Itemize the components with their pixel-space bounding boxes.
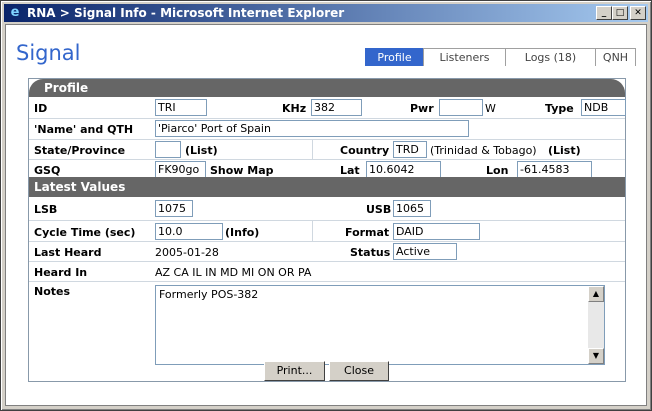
- cycle-time-label: Cycle Time (sec): [34, 226, 136, 239]
- country-label: Country: [340, 144, 390, 157]
- window-title: RNA > Signal Info - Microsoft Internet E…: [27, 6, 345, 20]
- row-divider: [29, 159, 625, 160]
- status-field[interactable]: Active: [393, 243, 457, 260]
- country-field[interactable]: TRD: [393, 141, 427, 158]
- tab-bar: Profile Listeners Logs (18) QNH: [365, 48, 636, 66]
- tab-profile[interactable]: Profile: [365, 48, 424, 66]
- row-divider: [29, 241, 625, 242]
- lsb-field[interactable]: 1075: [155, 200, 193, 217]
- pwr-unit: W: [485, 102, 496, 115]
- format-field[interactable]: DAID: [393, 223, 480, 240]
- column-divider: [312, 139, 313, 159]
- row-divider: [29, 139, 625, 140]
- pwr-field[interactable]: [439, 99, 483, 116]
- minimize-button[interactable]: _: [596, 6, 612, 20]
- row-divider: [29, 261, 625, 262]
- id-label: ID: [34, 102, 48, 115]
- khz-label: KHz: [282, 102, 307, 115]
- notes-scrollbar[interactable]: ▲ ▼: [588, 286, 604, 364]
- khz-field[interactable]: 382: [311, 99, 362, 116]
- gsq-field[interactable]: FK90go: [155, 161, 206, 178]
- last-heard-value: 2005-01-28: [155, 246, 219, 259]
- scroll-up-arrow-icon[interactable]: ▲: [588, 286, 604, 302]
- column-divider: [312, 220, 313, 241]
- lsb-label: LSB: [34, 203, 58, 216]
- page-content: Signal Profile Listeners Logs (18) QNH P…: [5, 24, 647, 406]
- state-list-link[interactable]: (List): [185, 144, 218, 157]
- id-field[interactable]: TRI: [155, 99, 207, 116]
- pwr-label: Pwr: [410, 102, 434, 115]
- country-list-link[interactable]: (List): [548, 144, 581, 157]
- state-label: State/Province: [34, 144, 126, 157]
- lat-field[interactable]: 10.6042: [366, 161, 441, 178]
- cycle-info-link[interactable]: (Info): [225, 226, 259, 239]
- usb-field[interactable]: 1065: [393, 200, 431, 217]
- row-divider: [29, 220, 625, 221]
- lat-label: Lat: [340, 164, 360, 177]
- row-divider: [29, 281, 625, 282]
- signal-panel: Profile ID TRI KHz 382 Pwr W Type NDB 'N…: [28, 78, 626, 382]
- close-button[interactable]: Close: [329, 361, 389, 381]
- type-field[interactable]: NDB: [581, 99, 626, 116]
- name-qth-field[interactable]: 'Piarco' Port of Spain: [155, 120, 469, 137]
- tab-qnh[interactable]: QNH: [595, 48, 636, 66]
- profile-section-heading: Profile: [29, 79, 625, 97]
- heard-in-value: AZ CA IL IN MD MI ON OR PA: [155, 266, 312, 279]
- tab-listeners[interactable]: Listeners: [423, 48, 506, 66]
- scroll-down-arrow-icon[interactable]: ▼: [588, 348, 604, 364]
- internet-explorer-icon: e: [10, 5, 20, 20]
- country-name: (Trinidad & Tobago): [430, 144, 537, 157]
- maximize-button[interactable]: □: [612, 6, 628, 20]
- type-label: Type: [545, 102, 574, 115]
- close-window-button[interactable]: ✕: [630, 6, 646, 20]
- format-label: Format: [345, 226, 390, 239]
- print-button[interactable]: Print...: [264, 361, 325, 381]
- notes-textarea[interactable]: Formerly POS-382 ▲ ▼: [155, 285, 605, 365]
- tab-logs[interactable]: Logs (18): [505, 48, 596, 66]
- row-divider: [29, 118, 625, 119]
- show-map-link[interactable]: Show Map: [210, 164, 274, 177]
- notes-label: Notes: [34, 285, 71, 298]
- title-bar[interactable]: e RNA > Signal Info - Microsoft Internet…: [4, 4, 648, 22]
- browser-window: e RNA > Signal Info - Microsoft Internet…: [0, 0, 652, 411]
- state-field[interactable]: [155, 141, 181, 158]
- name-qth-label: 'Name' and QTH: [34, 123, 134, 136]
- cycle-time-field[interactable]: 10.0: [155, 223, 223, 240]
- lon-field[interactable]: -61.4583: [517, 161, 592, 178]
- latest-values-section-heading: Latest Values: [29, 177, 625, 197]
- heard-in-label: Heard In: [34, 266, 88, 279]
- page-title: Signal: [16, 41, 81, 65]
- lon-label: Lon: [486, 164, 509, 177]
- usb-label: USB: [366, 203, 392, 216]
- gsq-label: GSQ: [34, 164, 61, 177]
- last-heard-label: Last Heard: [34, 246, 102, 259]
- status-label: Status: [350, 246, 391, 259]
- notes-text: Formerly POS-382: [159, 288, 259, 301]
